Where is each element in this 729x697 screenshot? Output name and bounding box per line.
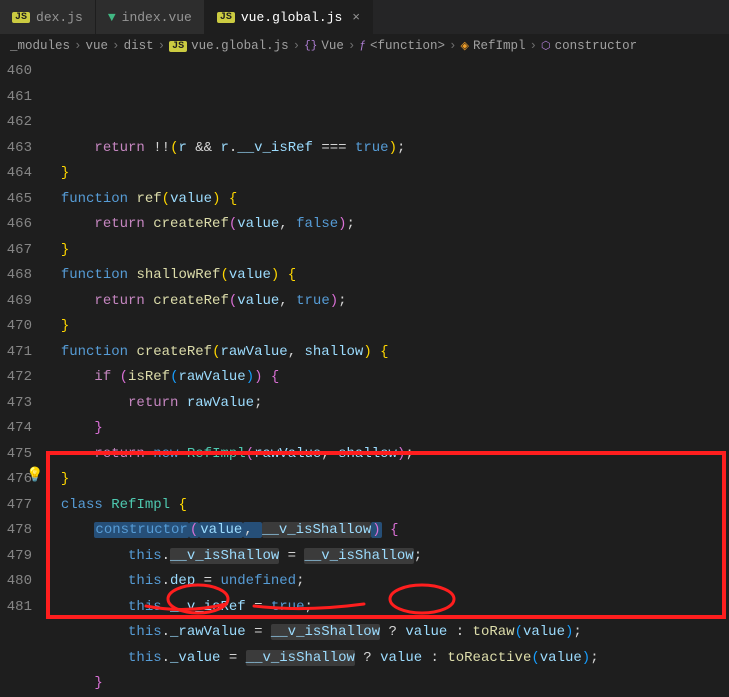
- line-number: 461: [0, 85, 32, 111]
- line-number: 469: [0, 289, 32, 315]
- line-number: 480: [0, 569, 32, 595]
- lightbulb-icon[interactable]: 💡: [26, 464, 43, 490]
- code-line: class RefImpl {: [44, 493, 729, 519]
- line-gutter: 4604614624634644654664674684694704714724…: [0, 57, 44, 625]
- tab-label: index.vue: [122, 10, 192, 25]
- breadcrumb-part[interactable]: dist: [124, 39, 154, 53]
- code-line: return rawValue;: [44, 391, 729, 417]
- breadcrumb-part[interactable]: Vue: [321, 39, 344, 53]
- tab-label: vue.global.js: [241, 10, 342, 25]
- line-number: 466: [0, 212, 32, 238]
- tab-dex-js[interactable]: JS dex.js: [0, 0, 96, 34]
- tab-bar: JS dex.js ▼ index.vue JS vue.global.js ×: [0, 0, 729, 35]
- code-editor[interactable]: 4604614624634644654664674684694704714724…: [0, 57, 729, 625]
- breadcrumb-part[interactable]: vue: [86, 39, 109, 53]
- chevron-icon: ›: [449, 39, 457, 53]
- line-number: 460: [0, 59, 32, 85]
- line-number: 479: [0, 544, 32, 570]
- js-icon: JS: [12, 12, 30, 23]
- code-line: if (isRef(rawValue)) {: [44, 365, 729, 391]
- close-icon[interactable]: ×: [352, 10, 360, 25]
- code-line: this._rawValue = __v_isShallow ? value :…: [44, 620, 729, 646]
- line-number: 462: [0, 110, 32, 136]
- tab-vue-global-js[interactable]: JS vue.global.js ×: [205, 0, 373, 34]
- breadcrumb-part[interactable]: RefImpl: [473, 39, 526, 53]
- code-area[interactable]: 💡 return !!(r && r.__v_isRef === true); …: [44, 57, 729, 625]
- line-number: 471: [0, 340, 32, 366]
- line-number: 477: [0, 493, 32, 519]
- line-number: 478: [0, 518, 32, 544]
- line-number: 468: [0, 263, 32, 289]
- chevron-icon: ›: [74, 39, 82, 53]
- chevron-icon: ›: [293, 39, 301, 53]
- code-line: constructor(value, __v_isShallow) {: [44, 518, 729, 544]
- code-line: return new RefImpl(rawValue, shallow);: [44, 442, 729, 468]
- breadcrumb-part[interactable]: <function>: [370, 39, 445, 53]
- code-line: }: [44, 161, 729, 187]
- js-icon: JS: [217, 12, 235, 23]
- function-icon: ƒ: [359, 40, 366, 52]
- code-line: }: [44, 238, 729, 264]
- chevron-icon: ›: [158, 39, 166, 53]
- line-number: 470: [0, 314, 32, 340]
- line-number: 463: [0, 136, 32, 162]
- code-line: }: [44, 467, 729, 493]
- code-line: }: [44, 671, 729, 697]
- chevron-icon: ›: [530, 39, 538, 53]
- breadcrumb-part[interactable]: _modules: [10, 39, 70, 53]
- tab-label: dex.js: [36, 10, 83, 25]
- code-line: return !!(r && r.__v_isRef === true);: [44, 136, 729, 162]
- code-line: this.__v_isShallow = __v_isShallow;: [44, 544, 729, 570]
- line-number: 472: [0, 365, 32, 391]
- code-line: function shallowRef(value) {: [44, 263, 729, 289]
- chevron-icon: ›: [348, 39, 356, 53]
- code-line: function ref(value) {: [44, 187, 729, 213]
- line-number: 465: [0, 187, 32, 213]
- breadcrumb-part[interactable]: constructor: [555, 39, 638, 53]
- code-line: this.dep = undefined;: [44, 569, 729, 595]
- code-line: }: [44, 416, 729, 442]
- line-number: 464: [0, 161, 32, 187]
- class-icon: ◈: [461, 39, 469, 53]
- namespace-icon: {}: [304, 40, 317, 52]
- vue-icon: ▼: [108, 10, 116, 25]
- code-line: this._value = __v_isShallow ? value : to…: [44, 646, 729, 672]
- line-number: 481: [0, 595, 32, 621]
- code-line: return createRef(value, false);: [44, 212, 729, 238]
- code-line: this.__v_isRef = true;: [44, 595, 729, 621]
- code-line: function createRef(rawValue, shallow) {: [44, 340, 729, 366]
- code-line: }: [44, 314, 729, 340]
- method-icon: ⬡: [541, 39, 551, 53]
- chevron-icon: ›: [112, 39, 120, 53]
- breadcrumb: _modules › vue › dist › JS vue.global.js…: [0, 35, 729, 57]
- js-icon: JS: [169, 41, 187, 52]
- line-number: 474: [0, 416, 32, 442]
- breadcrumb-part[interactable]: vue.global.js: [191, 39, 289, 53]
- line-number: 473: [0, 391, 32, 417]
- code-line: return createRef(value, true);: [44, 289, 729, 315]
- line-number: 467: [0, 238, 32, 264]
- tab-index-vue[interactable]: ▼ index.vue: [96, 0, 205, 34]
